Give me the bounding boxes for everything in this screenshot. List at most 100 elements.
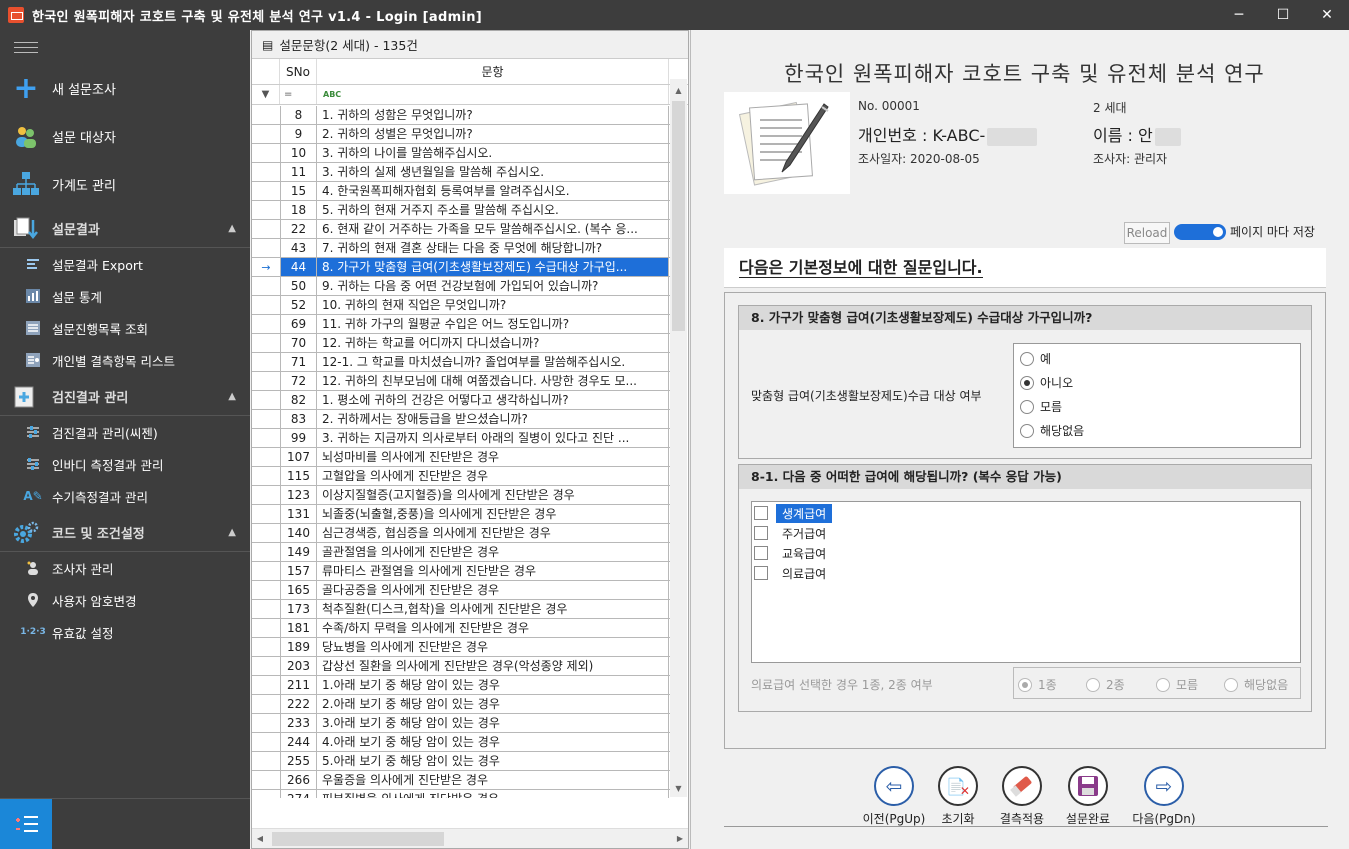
table-row[interactable]: 9 2. 귀하의 성별은 무엇입니까?	[252, 125, 670, 144]
scroll-right-icon[interactable]: ▶	[672, 829, 688, 849]
row-indicator	[252, 163, 280, 181]
complete-survey-button[interactable]: 설문완료	[1054, 766, 1122, 826]
close-button[interactable]: ✕	[1305, 0, 1349, 30]
table-row[interactable]: 69 11. 귀하 가구의 월평균 수입은 어느 정도입니까?	[252, 315, 670, 334]
sidebar-item-change-password[interactable]: 사용자 암호변경	[0, 584, 250, 616]
prev-button[interactable]: ⇦ 이전(PgUp)	[860, 766, 928, 826]
sidebar-item-surveyor-manage[interactable]: 조사자 관리	[0, 552, 250, 584]
sidebar-item-valid-values[interactable]: 1·2·3 유효값 설정	[0, 616, 250, 648]
sidebar-section-survey-results[interactable]: 설문결과 ▲	[0, 210, 250, 248]
radio-option[interactable]: 모름	[1156, 676, 1198, 693]
table-row[interactable]: 115 고혈압을 의사에게 진단받은 경우	[252, 467, 670, 486]
table-row[interactable]: 211 1.아래 보기 중 해당 암이 있는 경우	[252, 676, 670, 695]
table-row[interactable]: 149 골관절염을 의사에게 진단받은 경우	[252, 543, 670, 562]
scroll-down-icon[interactable]: ▼	[670, 781, 687, 797]
table-row[interactable]: 8 1. 귀하의 성함은 무엇입니까?	[252, 106, 670, 125]
column-header-question[interactable]: 문항	[317, 59, 669, 84]
reset-button[interactable]: 📄 ✕ 초기화	[924, 766, 992, 826]
next-button[interactable]: ⇨ 다음(PgDn)	[1130, 766, 1198, 826]
table-row[interactable]: 255 5.아래 보기 중 해당 암이 있는 경우	[252, 752, 670, 771]
sidebar-item-survey-stats[interactable]: 설문 통계	[0, 280, 250, 312]
scrollbar-thumb[interactable]	[672, 101, 685, 331]
sidebar-item-manual-measure[interactable]: A✎ 수기측정결과 관리	[0, 480, 250, 512]
column-header-sno[interactable]: SNo	[280, 59, 317, 84]
scrollbar-thumb[interactable]	[272, 832, 444, 846]
radio-option[interactable]: 2종	[1086, 676, 1125, 693]
horizontal-scrollbar[interactable]: ◀ ▶	[252, 828, 688, 848]
radio-option[interactable]: 해당없음	[1020, 422, 1084, 439]
table-row[interactable]: 22 6. 현재 같이 거주하는 가족을 모두 말씀해주십시오. (복수 응...	[252, 220, 670, 239]
table-row[interactable]: 99 3. 귀하는 지금까지 의사로부터 아래의 질병이 있다고 진단 ...	[252, 429, 670, 448]
table-row[interactable]: 266 우울증을 의사에게 진단받은 경우	[252, 771, 670, 790]
table-row[interactable]: 140 심근경색증, 협심증을 의사에게 진단받은 경우	[252, 524, 670, 543]
table-row[interactable]: 10 3. 귀하의 나이를 말씀해주십시오.	[252, 144, 670, 163]
table-row[interactable]: 82 1. 평소에 귀하의 건강은 어떻다고 생각하십니까?	[252, 391, 670, 410]
table-row[interactable]: 43 7. 귀하의 현재 결혼 상태는 다음 중 무엇에 해당합니까?	[252, 239, 670, 258]
filter-sno[interactable]: =	[280, 85, 317, 104]
sidebar-item-survey-export[interactable]: 설문결과 Export	[0, 248, 250, 280]
autosave-toggle[interactable]	[1174, 224, 1226, 240]
sidebar-item-survey-progress-list[interactable]: 설문진행목록 조회	[0, 312, 250, 344]
table-row[interactable]: 52 10. 귀하의 현재 직업은 무엇입니까?	[252, 296, 670, 315]
checkbox-option[interactable]: 의료급여	[754, 564, 832, 582]
row-indicator	[252, 505, 280, 523]
table-row[interactable]: 72 12. 귀하의 친부모님에 대해 여쭙겠습니다. 사망한 경우도 모...	[252, 372, 670, 391]
cell-sno: 18	[280, 201, 317, 219]
sidebar-section-code-settings[interactable]: 코드 및 조건설정 ▲	[0, 514, 250, 552]
cell-question: 수족/하지 무력을 의사에게 진단받은 경우	[317, 619, 669, 637]
table-row[interactable]: 244 4.아래 보기 중 해당 암이 있는 경우	[252, 733, 670, 752]
minimize-button[interactable]: ─	[1217, 0, 1261, 30]
table-row[interactable]: 71 12-1. 그 학교를 마치셨습니까? 졸업여부를 말씀해주십시오.	[252, 353, 670, 372]
table-row[interactable]: 15 4. 한국원폭피해자협회 등록여부를 알려주십시오.	[252, 182, 670, 201]
radio-option[interactable]: 아니오	[1020, 374, 1073, 391]
scroll-left-icon[interactable]: ◀	[252, 829, 268, 849]
vertical-scrollbar[interactable]: ▲ ▼	[670, 79, 687, 797]
table-row[interactable]: 11 3. 귀하의 실제 생년월일을 말씀해 주십시오.	[252, 163, 670, 182]
table-row[interactable]: 233 3.아래 보기 중 해당 암이 있는 경우	[252, 714, 670, 733]
table-row[interactable]: 165 골다공증을 의사에게 진단받은 경우	[252, 581, 670, 600]
checkbox-option[interactable]: 주거급여	[754, 524, 832, 542]
sidebar-item-missing-list[interactable]: 개인별 결측항목 리스트	[0, 344, 250, 376]
sidebar-section-medical-results[interactable]: 검진결과 관리 ▲	[0, 378, 250, 416]
filter-icon[interactable]: ▼	[252, 85, 280, 104]
radio-option[interactable]: 예	[1020, 350, 1051, 367]
filter-question[interactable]: ABC	[317, 85, 669, 104]
table-row[interactable]: 222 2.아래 보기 중 해당 암이 있는 경우	[252, 695, 670, 714]
table-row[interactable]: 83 2. 귀하께서는 장애등급을 받으셨습니까?	[252, 410, 670, 429]
table-row[interactable]: → 44 8. 가구가 맞춤형 급여(기초생활보장제도) 수급대상 가구입...	[252, 258, 670, 277]
table-row[interactable]: 274피부질병을 의사에게 진단받은 경우	[252, 790, 670, 798]
hamburger-menu-icon[interactable]	[14, 42, 38, 58]
sidebar-item-survey-subjects[interactable]: 설문 대상자	[0, 112, 250, 160]
row-indicator	[252, 752, 280, 770]
sidebar-item-inbody-results[interactable]: 인바디 측정결과 관리	[0, 448, 250, 480]
checkbox-option[interactable]: 교육급여	[754, 544, 832, 562]
checkbox-option[interactable]: 생계급여	[754, 503, 833, 523]
scroll-up-icon[interactable]: ▲	[670, 83, 687, 99]
sidebar-item-new-survey[interactable]: + 새 설문조사	[0, 64, 250, 112]
save-disk-icon	[1068, 766, 1108, 806]
checkbox-label: 주거급여	[782, 526, 827, 541]
cell-sno: 131	[280, 505, 317, 523]
table-row[interactable]: 173 척추질환(디스크,협착)을 의사에게 진단받은 경우	[252, 600, 670, 619]
radio-option[interactable]: 해당없음	[1224, 676, 1288, 693]
table-row[interactable]: 157 류마티스 관절염을 의사에게 진단받은 경우	[252, 562, 670, 581]
table-row[interactable]: 18 5. 귀하의 현재 거주지 주소를 말씀해 주십시오.	[252, 201, 670, 220]
question-group-8: 8. 가구가 맞춤형 급여(기초생활보장제도) 수급대상 가구입니까? 맞춤형 …	[738, 305, 1312, 459]
table-row[interactable]: 189 당뇨병을 의사에게 진단받은 경우	[252, 638, 670, 657]
table-row[interactable]: 70 12. 귀하는 학교를 어디까지 다니셨습니까?	[252, 334, 670, 353]
table-row[interactable]: 131 뇌졸중(뇌출혈,중풍)을 의사에게 진단받은 경우	[252, 505, 670, 524]
table-row[interactable]: 107 뇌성마비를 의사에게 진단받은 경우	[252, 448, 670, 467]
sidebar-item-family-tree[interactable]: 가계도 관리	[0, 160, 250, 208]
table-row[interactable]: 123 이상지질혈증(고지혈증)을 의사에게 진단받은 경우	[252, 486, 670, 505]
reload-button[interactable]: Reload	[1124, 222, 1170, 244]
sidebar-item-seegene-results[interactable]: 검진결과 관리(씨젠)	[0, 416, 250, 448]
maximize-button[interactable]: ☐	[1261, 0, 1305, 30]
apply-missing-button[interactable]: 결측적용	[988, 766, 1056, 826]
radio-option[interactable]: 1종	[1018, 676, 1057, 693]
table-row[interactable]: 181 수족/하지 무력을 의사에게 진단받은 경우	[252, 619, 670, 638]
table-row[interactable]: 50 9. 귀하는 다음 중 어떤 건강보험에 가입되어 있습니까?	[252, 277, 670, 296]
radio-option[interactable]: 모름	[1020, 398, 1062, 415]
menu-toggle-button[interactable]	[0, 799, 52, 849]
table-row[interactable]: 203 갑상선 질환을 의사에게 진단받은 경우(악성종양 제외)	[252, 657, 670, 676]
splitter[interactable]	[690, 30, 700, 849]
